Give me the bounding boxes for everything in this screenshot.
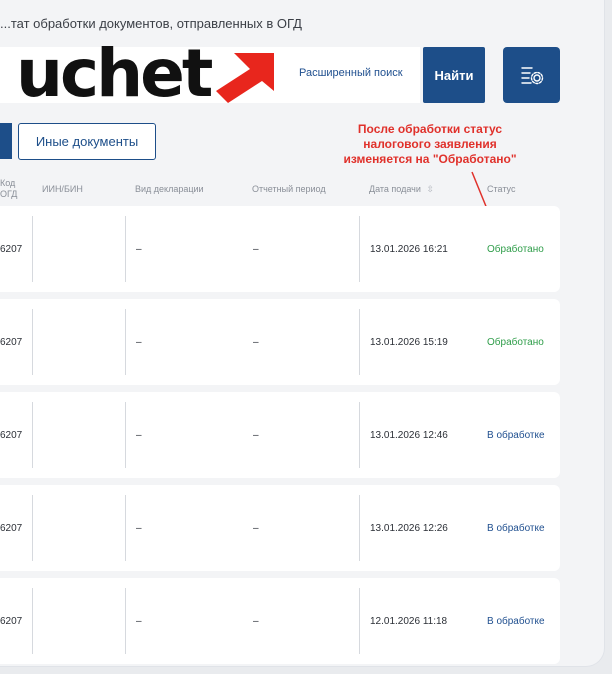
cell-status: В обработке: [487, 430, 545, 441]
column-status: Статус: [487, 184, 516, 194]
row-divider: [359, 216, 360, 282]
cell-period: –: [253, 430, 259, 441]
table-row[interactable]: 6207 – – 12.01.2026 11:18 В обработке: [0, 578, 560, 664]
cell-period: –: [253, 616, 259, 627]
cell-code: 6207: [0, 337, 23, 348]
cell-period: –: [253, 523, 259, 534]
row-divider: [125, 588, 126, 654]
row-divider: [359, 588, 360, 654]
cell-period: –: [253, 337, 259, 348]
cell-period: –: [253, 244, 259, 255]
advanced-search-link[interactable]: Расширенный поиск: [299, 67, 403, 79]
row-divider: [32, 588, 33, 654]
row-divider: [359, 309, 360, 375]
cell-code: 6207: [0, 616, 23, 627]
cell-code: 6207: [0, 430, 23, 441]
table-row[interactable]: 6207 – – 13.01.2026 16:21 Обработано: [0, 206, 560, 292]
settings-button[interactable]: [503, 47, 560, 103]
cell-date: 13.01.2026 12:26: [370, 523, 448, 534]
cell-decl-type: –: [136, 523, 142, 534]
column-decl-type: Вид декларации: [135, 184, 204, 194]
row-divider: [32, 216, 33, 282]
table-row[interactable]: 6207 – – 13.01.2026 12:26 В обработке: [0, 485, 560, 571]
row-divider: [125, 495, 126, 561]
column-iin: ИИН/БИН: [42, 184, 83, 194]
arrow-up-right-icon: [216, 53, 275, 103]
cell-decl-type: –: [136, 430, 142, 441]
cell-decl-type: –: [136, 616, 142, 627]
cell-status: Обработано: [487, 244, 544, 255]
logo-text: uchet: [16, 35, 213, 112]
cell-decl-type: –: [136, 337, 142, 348]
column-date[interactable]: Дата подачи ⇳: [369, 184, 434, 195]
row-divider: [125, 309, 126, 375]
main-panel: ...тат обработки документов, отправленны…: [0, 0, 604, 666]
annotation-line-3: изменяется на "Обработано": [343, 152, 517, 166]
find-button[interactable]: Найти: [423, 47, 485, 103]
cell-status: В обработке: [487, 616, 545, 627]
table-header: Код ОГД ИИН/БИН Вид декларации Отчетный …: [0, 176, 604, 206]
row-divider: [359, 495, 360, 561]
cell-code: 6207: [0, 244, 23, 255]
cell-date: 12.01.2026 11:18: [370, 616, 448, 627]
column-date-label: Дата подачи: [369, 184, 421, 194]
cell-date: 13.01.2026 16:21: [370, 244, 448, 255]
row-divider: [125, 402, 126, 468]
filter-settings-icon: [520, 67, 543, 85]
row-divider: [32, 309, 33, 375]
cell-date: 13.01.2026 12:46: [370, 430, 448, 441]
annotation-line-2: налогового заявления: [363, 137, 497, 151]
annotation-line-1: После обработки статус: [357, 122, 503, 136]
cell-code: 6207: [0, 523, 23, 534]
column-code-line2: ОГД: [0, 189, 18, 199]
row-divider: [359, 402, 360, 468]
cell-status: В обработке: [487, 523, 545, 534]
sort-arrows-icon[interactable]: ⇳: [426, 184, 434, 194]
page-title: ...тат обработки документов, отправленны…: [0, 16, 302, 31]
column-code: Код ОГД: [0, 178, 17, 200]
row-divider: [125, 216, 126, 282]
table-row[interactable]: 6207 – – 13.01.2026 12:46 В обработке: [0, 392, 560, 478]
column-code-line1: Код: [0, 178, 16, 188]
table-row[interactable]: 6207 – – 13.01.2026 15:19 Обработано: [0, 299, 560, 385]
row-divider: [32, 495, 33, 561]
column-period: Отчетный период: [252, 184, 326, 194]
cell-date: 13.01.2026 15:19: [370, 337, 448, 348]
uchet-logo: uchet: [16, 35, 276, 112]
tab-active[interactable]: [0, 123, 12, 159]
row-divider: [32, 402, 33, 468]
annotation-note: После обработки статус налогового заявле…: [335, 122, 525, 167]
cell-status: Обработано: [487, 337, 544, 348]
tab-other-documents[interactable]: Иные документы: [18, 123, 156, 160]
cell-decl-type: –: [136, 244, 142, 255]
